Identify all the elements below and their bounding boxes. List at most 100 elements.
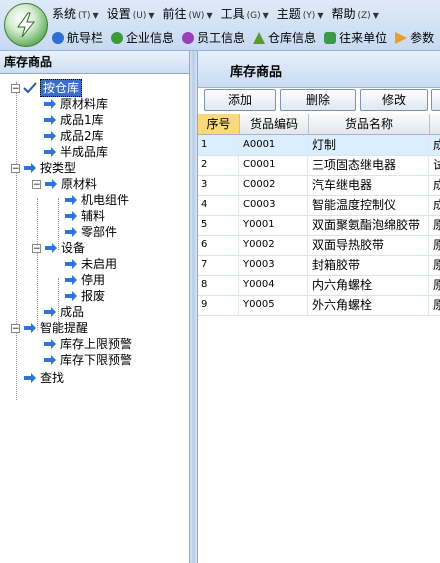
arrow-right-icon xyxy=(24,373,36,383)
cell-extra: 成 xyxy=(430,195,440,215)
cell-name: 灯制 xyxy=(309,135,429,155)
collapse-icon[interactable]: − xyxy=(11,323,20,333)
column-extra[interactable] xyxy=(430,114,440,134)
more-button[interactable] xyxy=(431,89,440,111)
arrow-right-icon xyxy=(44,99,56,109)
toolbar-employee-info[interactable]: 员工信息 xyxy=(178,27,249,49)
tree-node-finished-product[interactable]: 成品 xyxy=(43,304,84,320)
cell-code: Y0002 xyxy=(240,235,308,255)
add-button[interactable]: 添加 xyxy=(204,89,276,111)
toolbar-parameters[interactable]: 参数 xyxy=(391,27,438,49)
collapse-icon[interactable]: − xyxy=(11,83,20,93)
column-code[interactable]: 货品编码 xyxy=(240,114,309,134)
cell-seq: 1 xyxy=(198,135,239,155)
arrow-right-icon xyxy=(45,243,57,253)
cell-name: 封箱胶带 xyxy=(309,255,429,275)
arrow-right-icon xyxy=(65,275,77,285)
cell-code: Y0004 xyxy=(240,275,308,295)
tree-node-by-type[interactable]: − 按类型 xyxy=(11,160,76,176)
arrow-right-icon xyxy=(44,131,56,141)
table-row[interactable]: 4C0003智能温度控制仪成 xyxy=(198,195,440,216)
column-seq[interactable]: 序号 xyxy=(198,114,240,134)
menu-goto[interactable]: 前往 (W) ▼ xyxy=(159,4,217,24)
arrow-right-icon xyxy=(44,355,56,365)
tree-node-scrapped[interactable]: 报废 xyxy=(64,288,105,304)
table-row[interactable]: 5Y0001双面聚氨酯泡绵胶带原 xyxy=(198,215,440,236)
left-tree-panel: 库存商品 − 按仓库 原材料库 成品1库 成品2库 半成品库 − 按类型 − 原… xyxy=(0,51,190,563)
cell-name: 双面导热胶带 xyxy=(309,235,429,255)
cell-seq: 6 xyxy=(198,235,239,255)
collapse-icon[interactable]: − xyxy=(11,163,20,173)
cell-name: 双面聚氨酯泡绵胶带 xyxy=(309,215,429,235)
toolbar-partner-units[interactable]: 往来单位 xyxy=(320,27,391,49)
tree-node-product2-store[interactable]: 成品2库 xyxy=(43,128,104,144)
tree-node-electromechanical[interactable]: 机电组件 xyxy=(64,192,129,208)
tree-node-upper-limit-warning[interactable]: 库存上限预警 xyxy=(43,336,132,352)
menu-theme[interactable]: 主题 (Y) ▼ xyxy=(273,4,328,24)
cell-seq: 5 xyxy=(198,215,239,235)
cell-code: Y0003 xyxy=(240,255,308,275)
tree-node-by-warehouse[interactable]: − 按仓库 xyxy=(11,79,83,97)
employee-icon xyxy=(182,32,195,44)
table-row[interactable]: 7Y0003封箱胶带原 xyxy=(198,255,440,276)
table-row[interactable]: 1A0001灯制成 xyxy=(198,135,440,156)
table-row[interactable]: 9Y0005外六角螺栓原 xyxy=(198,295,440,316)
menu-tools[interactable]: 工具 (G) ▼ xyxy=(217,4,273,24)
page-title: 库存商品 xyxy=(230,65,283,80)
right-content-panel: 库存商品 添加 删除 修改 序号 货品编码 货品名称 1A0001灯制成2C00… xyxy=(198,51,440,563)
tree-node-semi-product-store[interactable]: 半成品库 xyxy=(43,144,108,160)
column-name[interactable]: 货品名称 xyxy=(309,114,430,134)
collapse-icon[interactable]: − xyxy=(32,179,41,189)
cell-extra: 原 xyxy=(430,215,440,235)
toolbar-company-info[interactable]: 企业信息 xyxy=(107,27,178,49)
cell-extra: 原 xyxy=(430,255,440,275)
toolbar-navigation[interactable]: 航导栏 xyxy=(48,27,107,49)
navigation-icon xyxy=(52,32,64,44)
collapse-icon[interactable]: − xyxy=(32,243,41,253)
table-row[interactable]: 2C0001三项固态继电器试 xyxy=(198,155,440,176)
title-toolbar-area: 系统 (T) ▼ 设置 (U) ▼ 前往 (W) ▼ 工具 (G) ▼ 主题 (Y) ▼ 帮助 (Z)… xyxy=(0,0,440,51)
menu-settings[interactable]: 设置 (U) ▼ xyxy=(103,4,159,24)
chevron-down-icon: ▼ xyxy=(262,11,269,20)
edit-button[interactable]: 修改 xyxy=(360,89,428,111)
arrow-right-icon xyxy=(44,307,56,317)
tree-node-equipment[interactable]: − 设备 xyxy=(32,240,85,256)
tree-node-parts[interactable]: 零部件 xyxy=(64,224,117,240)
cell-seq: 8 xyxy=(198,275,239,295)
toolbar-warehouse-info[interactable]: 仓库信息 xyxy=(249,27,320,49)
tree-node-auxiliary[interactable]: 辅料 xyxy=(64,208,105,224)
table-row[interactable]: 8Y0004内六角螺栓原 xyxy=(198,275,440,296)
checkmark-icon xyxy=(23,82,37,94)
tree-node-disabled[interactable]: 停用 xyxy=(64,272,105,288)
cell-name: 外六角螺栓 xyxy=(309,295,429,315)
table-row[interactable]: 6Y0002双面导热胶带原 xyxy=(198,235,440,256)
cell-code: A0001 xyxy=(240,135,308,155)
company-icon xyxy=(111,32,124,44)
cell-code: Y0005 xyxy=(240,295,308,315)
tree-node-smart-reminder[interactable]: − 智能提醒 xyxy=(11,320,88,336)
cell-extra: 成 xyxy=(430,175,440,195)
tree-node-lower-limit-warning[interactable]: 库存下限预警 xyxy=(43,352,132,368)
arrow-right-icon xyxy=(24,323,36,333)
cell-seq: 9 xyxy=(198,295,239,315)
tree-node-raw-material-store[interactable]: 原材料库 xyxy=(43,96,108,112)
chevron-down-icon: ▼ xyxy=(317,11,324,20)
chevron-down-icon: ▼ xyxy=(206,11,213,20)
tree-node-not-enabled[interactable]: 未启用 xyxy=(64,256,117,272)
tree-node-raw-material[interactable]: − 原材料 xyxy=(32,176,97,192)
delete-button[interactable]: 删除 xyxy=(280,89,356,111)
arrow-right-icon xyxy=(65,211,77,221)
tree-node-search[interactable]: 查找 xyxy=(23,370,64,386)
tree-node-product1-store[interactable]: 成品1库 xyxy=(43,112,104,128)
arrow-right-icon xyxy=(44,339,56,349)
cell-seq: 4 xyxy=(198,195,239,215)
panel-splitter[interactable] xyxy=(190,51,198,563)
cell-code: C0003 xyxy=(240,195,308,215)
chevron-down-icon: ▼ xyxy=(92,11,99,20)
arrow-right-icon xyxy=(65,195,77,205)
app-logo-icon[interactable] xyxy=(4,3,48,47)
table-row[interactable]: 3C0002汽车继电器成 xyxy=(198,175,440,196)
menu-help[interactable]: 帮助 (Z) ▼ xyxy=(327,4,382,24)
menu-system[interactable]: 系统 (T) ▼ xyxy=(48,4,103,24)
menu-bar: 系统 (T) ▼ 设置 (U) ▼ 前往 (W) ▼ 工具 (G) ▼ 主题 (Y) ▼ 帮助 (Z)… xyxy=(48,4,383,24)
